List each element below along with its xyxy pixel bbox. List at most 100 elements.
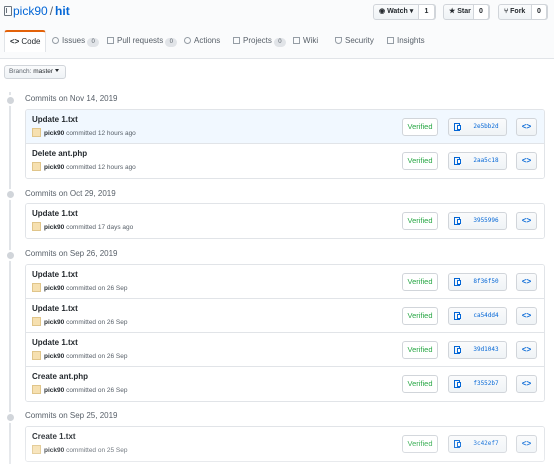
chevron-down-icon: ▾ — [409, 8, 414, 15]
commit-row: Create ant.php pick90 committed on 26 Se… — [26, 367, 544, 401]
commit-sha-link[interactable]: ca54dd4 — [466, 307, 507, 325]
tab-wiki[interactable]: Wiki — [293, 31, 318, 51]
code-icon: <> — [10, 37, 20, 46]
browse-code-button[interactable]: <> — [516, 118, 537, 136]
commit-message[interactable]: Update 1.txt — [32, 304, 78, 313]
commit-author[interactable]: pick90 — [44, 447, 64, 454]
commit-meta: pick90 committed 12 hours ago — [32, 162, 136, 171]
copy-sha-button[interactable] — [448, 212, 467, 230]
copy-sha-button[interactable] — [448, 152, 467, 170]
star-button[interactable]: ★ Star 0 — [443, 4, 490, 20]
tab-code[interactable]: <> Code — [4, 30, 47, 52]
verified-badge[interactable]: Verified — [402, 212, 438, 230]
browse-code-button[interactable]: <> — [516, 152, 537, 170]
copy-sha-button[interactable] — [448, 375, 467, 393]
copy-sha-button[interactable] — [448, 307, 467, 325]
tab-pull-requests[interactable]: Pull requests 0 — [107, 31, 178, 51]
commit-message[interactable]: Create ant.php — [32, 372, 88, 381]
avatar[interactable] — [32, 222, 41, 231]
commit-author[interactable]: pick90 — [44, 319, 64, 326]
browse-code-button[interactable]: <> — [516, 375, 537, 393]
commit-message[interactable]: Update 1.txt — [32, 338, 78, 347]
verified-badge[interactable]: Verified — [402, 435, 438, 453]
avatar[interactable] — [32, 445, 41, 454]
repo-title: pick90/hit — [13, 4, 70, 18]
fork-button[interactable]: ⑂ Fork 0 — [498, 4, 548, 20]
commit-message[interactable]: Update 1.txt — [32, 209, 78, 218]
fork-count[interactable]: 0 — [531, 4, 547, 20]
copy-sha-button[interactable] — [448, 341, 467, 359]
commit-message[interactable]: Update 1.txt — [32, 270, 78, 279]
watch-button[interactable]: ◉ Watch ▾ 1 — [373, 4, 436, 20]
repo-separator: / — [49, 4, 54, 18]
browse-code-button[interactable]: <> — [516, 341, 537, 359]
verified-badge[interactable]: Verified — [402, 307, 438, 325]
browse-code-button[interactable]: <> — [516, 307, 537, 325]
commit-message[interactable]: Create 1.txt — [32, 432, 76, 441]
repo-header: pick90/hit ◉ Watch ▾ 1 ★ Star 0 ⑂ Fork 0… — [0, 0, 554, 59]
chevron-down-icon — [55, 69, 60, 72]
commit-sha-link[interactable]: f3552b7 — [466, 375, 507, 393]
commit-sha-link[interactable]: 8f36f50 — [466, 273, 507, 291]
browse-code-button[interactable]: <> — [516, 435, 537, 453]
commit-meta: pick90 committed on 26 Sep — [32, 317, 128, 326]
tab-projects[interactable]: Projects 0 — [233, 31, 286, 51]
commit-sha-link[interactable]: 3c42ef7 — [466, 435, 507, 453]
commit-sha-link[interactable]: 2e5bb2d — [466, 118, 507, 136]
repo-nav-tabs: <> Code Issues 0 Pull requests 0 Actions Pr… — [0, 30, 554, 52]
avatar[interactable] — [32, 283, 41, 292]
copy-sha-button[interactable] — [448, 435, 467, 453]
commit-author[interactable]: pick90 — [44, 285, 64, 292]
avatar[interactable] — [32, 385, 41, 394]
commit-author[interactable]: pick90 — [44, 164, 64, 171]
repo-name-link[interactable]: hit — [55, 4, 70, 18]
shield-icon — [335, 37, 342, 44]
commit-row: Create 1.txt pick90 committed on 25 Sep … — [26, 427, 544, 461]
commit-sha-link[interactable]: 39d1043 — [466, 341, 507, 359]
commit-author[interactable]: pick90 — [44, 387, 64, 394]
commit-row: Delete ant.php pick90 committed 12 hours… — [26, 144, 544, 178]
commit-group-title: Commits on Sep 25, 2019 — [25, 411, 118, 420]
avatar[interactable] — [32, 162, 41, 171]
commit-row: Update 1.txt pick90 committed on 26 Sep … — [26, 333, 544, 367]
browse-code-button[interactable]: <> — [516, 212, 537, 230]
verified-badge[interactable]: Verified — [402, 273, 438, 291]
commit-message[interactable]: Update 1.txt — [32, 115, 78, 124]
commit-message[interactable]: Delete ant.php — [32, 149, 87, 158]
copy-sha-button[interactable] — [448, 273, 467, 291]
avatar[interactable] — [32, 351, 41, 360]
watch-label: Watch — [387, 8, 408, 15]
verified-badge[interactable]: Verified — [402, 152, 438, 170]
avatar[interactable] — [32, 128, 41, 137]
watch-count[interactable]: 1 — [418, 4, 435, 20]
commit-sha-link[interactable]: 2aa5c18 — [466, 152, 507, 170]
browse-code-button[interactable]: <> — [516, 273, 537, 291]
verified-badge[interactable]: Verified — [402, 118, 438, 136]
star-count[interactable]: 0 — [473, 4, 489, 20]
commit-sha-link[interactable]: 3955996 — [466, 212, 507, 230]
tab-actions[interactable]: Actions — [184, 31, 220, 51]
commit-meta: pick90 committed on 26 Sep — [32, 351, 128, 360]
commit-list: Create 1.txt pick90 committed on 25 Sep … — [25, 426, 545, 462]
branch-select-button[interactable]: Branch: master — [4, 65, 66, 79]
projects-count-badge: 0 — [273, 38, 286, 47]
tab-security[interactable]: Security — [335, 31, 374, 51]
tab-issues[interactable]: Issues 0 — [52, 31, 100, 51]
commit-author[interactable]: pick90 — [44, 224, 64, 231]
commit-time: committed on 26 Sep — [66, 319, 128, 326]
verified-badge[interactable]: Verified — [402, 341, 438, 359]
issue-icon — [52, 37, 59, 44]
repo-owner-link[interactable]: pick90 — [13, 4, 48, 18]
verified-badge[interactable]: Verified — [402, 375, 438, 393]
play-icon — [184, 37, 191, 44]
commit-meta: pick90 committed on 26 Sep — [32, 385, 128, 394]
repo-icon — [4, 6, 12, 16]
copy-sha-button[interactable] — [448, 118, 467, 136]
commit-author[interactable]: pick90 — [44, 353, 64, 360]
tab-insights[interactable]: Insights — [387, 31, 425, 51]
avatar[interactable] — [32, 317, 41, 326]
commit-meta: pick90 committed on 26 Sep — [32, 283, 128, 292]
commit-author[interactable]: pick90 — [44, 130, 64, 137]
commit-group-title: Commits on Nov 14, 2019 — [25, 94, 118, 103]
commit-time: committed on 26 Sep — [66, 285, 128, 292]
